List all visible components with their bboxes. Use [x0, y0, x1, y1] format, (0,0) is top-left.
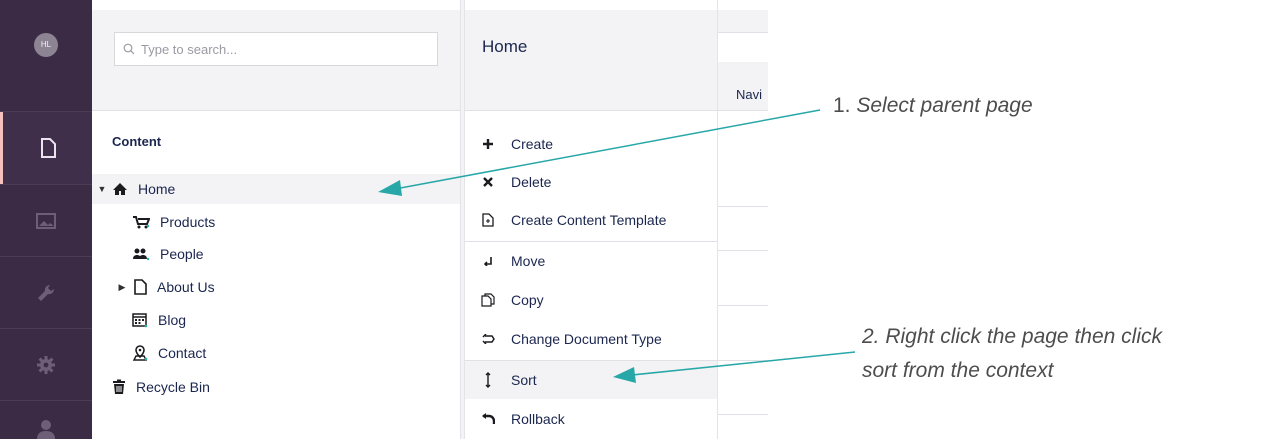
annotation-arrow-1 — [378, 109, 821, 196]
annotation-arrows — [378, 109, 856, 383]
annotation-arrow-2 — [613, 351, 856, 383]
